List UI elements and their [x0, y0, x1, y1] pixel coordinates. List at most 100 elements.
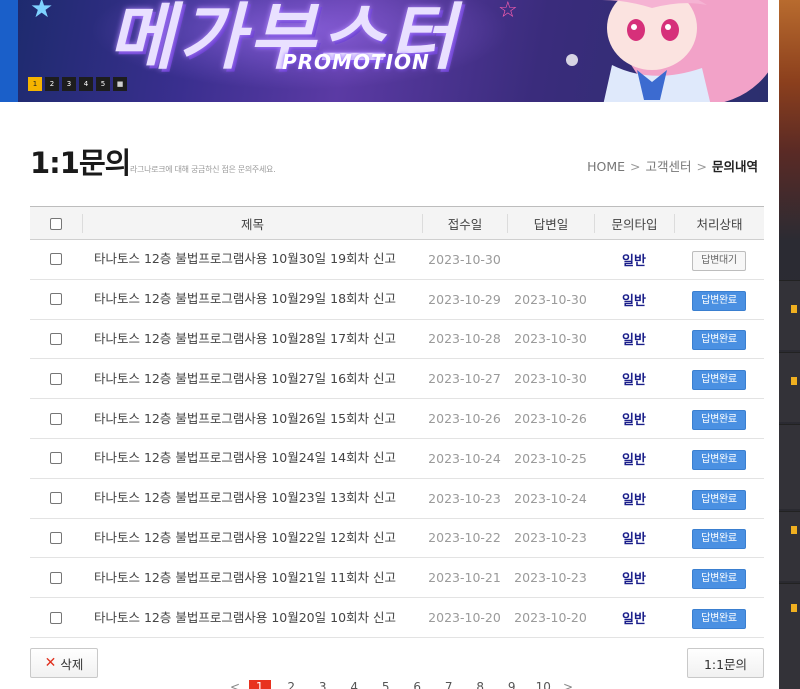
row-title[interactable]: 타나토스 12층 불법프로그램사용 10월21일 11회차 신고 [82, 569, 422, 587]
status-badge: 답변완료 [692, 449, 746, 470]
page-link-1[interactable]: 1 [248, 680, 271, 689]
row-registered-date: 2023-10-22 [428, 530, 501, 546]
table-row[interactable]: 타나토스 12층 불법프로그램사용 10월24일 14회차 신고 2023-10-… [30, 439, 764, 479]
table-row[interactable]: 타나토스 12층 불법프로그램사용 10월27일 16회차 신고 2023-10-… [30, 359, 764, 400]
row-answered-date: 2023-10-20 [514, 610, 587, 626]
banner-character-art [566, 0, 768, 102]
header-registered: 접수일 [422, 213, 507, 233]
breadcrumb-support[interactable]: 고객센터 [645, 159, 691, 174]
row-checkbox[interactable] [50, 571, 62, 584]
right-side-panel [779, 0, 800, 689]
page-subtitle: 라그나로크에 대해 궁금하신 점은 문의주세요. [130, 165, 276, 174]
row-title[interactable]: 타나토스 12층 불법프로그램사용 10월20일 10회차 신고 [82, 609, 422, 627]
row-checkbox[interactable] [50, 611, 62, 624]
slide-dot-4[interactable]: 4 [79, 77, 93, 91]
row-checkbox[interactable] [50, 293, 62, 306]
page-link-8[interactable]: 8 [465, 680, 497, 689]
row-answered-date: 2023-10-30 [514, 371, 587, 387]
breadcrumb-home[interactable]: HOME [587, 159, 625, 174]
row-type: 일반 [622, 373, 646, 389]
row-state-cell: 답변완료 [674, 407, 764, 431]
inquiry-table: 제목 접수일 답변일 문의타입 처리상태 타나토스 12층 불법프로그램사용 1… [30, 206, 764, 638]
header-title: 제목 [82, 213, 422, 233]
row-registered-date: 2023-10-30 [428, 251, 501, 267]
next-page-button[interactable]: > [559, 680, 577, 689]
table-body: 타나토스 12층 불법프로그램사용 10월30일 19회차 신고 2023-10-… [30, 240, 764, 638]
slide-dot-3[interactable]: 3 [62, 77, 76, 91]
header-state: 처리상태 [674, 213, 764, 233]
row-title[interactable]: 타나토스 12층 불법프로그램사용 10월23일 13회차 신고 [82, 489, 422, 507]
status-badge: 답변완료 [692, 290, 746, 311]
row-registered-date: 2023-10-29 [428, 291, 501, 307]
star-icon: ☆ [498, 0, 518, 23]
row-checkbox-cell [30, 253, 82, 266]
row-title[interactable]: 타나토스 12층 불법프로그램사용 10월24일 14회차 신고 [82, 449, 422, 467]
page-link-2[interactable]: 2 [276, 680, 308, 689]
row-type: 일반 [622, 413, 646, 429]
row-checkbox-cell [30, 611, 82, 624]
status-badge: 답변완료 [692, 370, 746, 391]
pagination: <1 2 3 4 5 6 7 8 9 10 > [226, 680, 577, 689]
row-state-cell: 답변완료 [674, 327, 764, 351]
page-link-5[interactable]: 5 [370, 680, 402, 689]
row-checkbox[interactable] [50, 531, 62, 544]
row-registered-date: 2023-10-26 [428, 411, 501, 427]
header-answered: 답변일 [507, 213, 594, 233]
row-type: 일반 [622, 333, 646, 349]
status-badge: 답변완료 [692, 410, 746, 431]
table-row[interactable]: 타나토스 12층 불법프로그램사용 10월28일 17회차 신고 2023-10-… [30, 320, 764, 360]
row-checkbox[interactable] [50, 452, 62, 465]
row-checkbox-cell [30, 571, 82, 584]
row-answered-date: 2023-10-26 [514, 411, 587, 427]
banner-slide-indicators: 1 2 3 4 5 ■ [28, 77, 127, 91]
row-state-cell: 답변완료 [674, 566, 764, 590]
row-checkbox[interactable] [50, 332, 62, 345]
slide-stop-button[interactable]: ■ [113, 77, 127, 91]
close-icon: ✕ [44, 655, 57, 671]
slide-dot-1[interactable]: 1 [28, 77, 42, 91]
row-type: 일반 [622, 532, 646, 548]
delete-button[interactable]: ✕ 삭제 [30, 648, 98, 678]
slide-dot-5[interactable]: 5 [96, 77, 110, 91]
status-badge: 답변완료 [692, 569, 746, 590]
row-title[interactable]: 타나토스 12층 불법프로그램사용 10월30일 19회차 신고 [82, 250, 422, 268]
page-link-3[interactable]: 3 [307, 680, 339, 689]
row-answered-date: 2023-10-24 [514, 490, 587, 506]
row-title[interactable]: 타나토스 12층 불법프로그램사용 10월29일 18회차 신고 [82, 290, 422, 308]
page-link-4[interactable]: 4 [339, 680, 371, 689]
promotion-banner[interactable]: ★ 메가부스터 PROMOTION ☆ 1 2 3 4 5 ■ [0, 0, 768, 102]
prev-page-button[interactable]: < [226, 680, 244, 689]
page-title: 1:1문의 [30, 146, 131, 180]
row-checkbox-cell [30, 412, 82, 425]
new-inquiry-button[interactable]: 1:1문의 [687, 648, 764, 678]
table-row[interactable]: 타나토스 12층 불법프로그램사용 10월26일 15회차 신고 2023-10-… [30, 399, 764, 439]
row-state-cell: 답변완료 [674, 487, 764, 510]
row-answered-date: 2023-10-30 [514, 331, 587, 347]
row-checkbox[interactable] [50, 412, 62, 425]
row-checkbox-cell [30, 332, 82, 345]
row-checkbox[interactable] [50, 492, 62, 505]
page-link-7[interactable]: 7 [433, 680, 465, 689]
row-checkbox[interactable] [50, 372, 62, 385]
table-row[interactable]: 타나토스 12층 불법프로그램사용 10월23일 13회차 신고 2023-10-… [30, 479, 764, 519]
select-all-checkbox[interactable] [50, 218, 62, 230]
banner-promotion-label: PROMOTION [282, 50, 430, 74]
row-state-cell: 답변완료 [674, 606, 764, 630]
row-checkbox-cell [30, 492, 82, 505]
table-row[interactable]: 타나토스 12층 불법프로그램사용 10월30일 19회차 신고 2023-10-… [30, 240, 764, 280]
table-row[interactable]: 타나토스 12층 불법프로그램사용 10월22일 12회차 신고 2023-10-… [30, 519, 764, 559]
table-row[interactable]: 타나토스 12층 불법프로그램사용 10월21일 11회차 신고 2023-10-… [30, 558, 764, 599]
row-title[interactable]: 타나토스 12층 불법프로그램사용 10월27일 16회차 신고 [82, 370, 422, 388]
table-row[interactable]: 타나토스 12층 불법프로그램사용 10월29일 18회차 신고 2023-10-… [30, 280, 764, 320]
row-checkbox-cell [30, 293, 82, 306]
row-title[interactable]: 타나토스 12층 불법프로그램사용 10월28일 17회차 신고 [82, 330, 422, 348]
slide-dot-2[interactable]: 2 [45, 77, 59, 91]
row-type: 일반 [622, 612, 646, 628]
row-title[interactable]: 타나토스 12층 불법프로그램사용 10월26일 15회차 신고 [82, 410, 422, 428]
table-row[interactable]: 타나토스 12층 불법프로그램사용 10월20일 10회차 신고 2023-10-… [30, 598, 764, 638]
page-link-6[interactable]: 6 [402, 680, 434, 689]
row-title[interactable]: 타나토스 12층 불법프로그램사용 10월22일 12회차 신고 [82, 529, 422, 547]
row-checkbox[interactable] [50, 253, 62, 266]
page-link-10[interactable]: 10 [528, 680, 560, 689]
page-link-9[interactable]: 9 [496, 680, 528, 689]
